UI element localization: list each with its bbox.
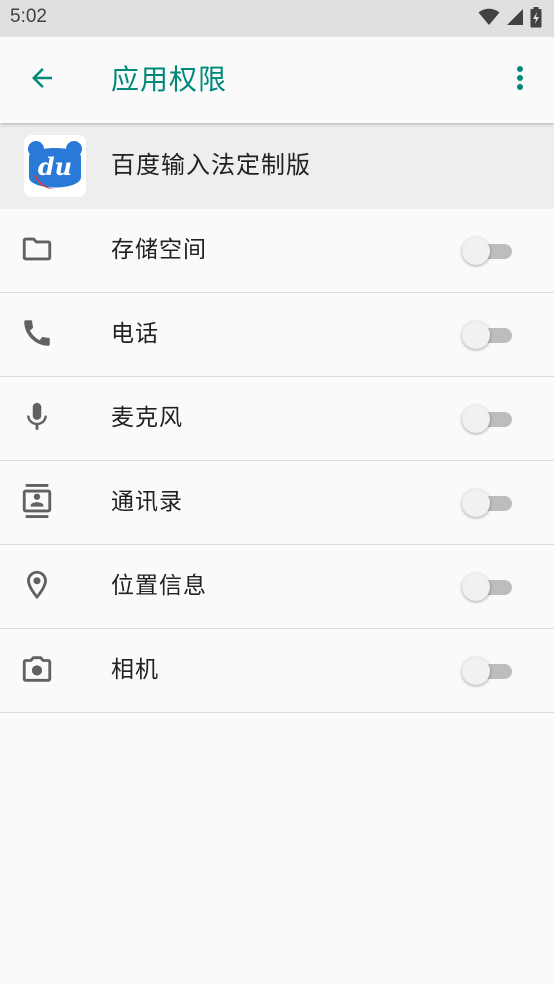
folder-icon xyxy=(20,232,54,266)
permission-label: 相机 xyxy=(111,657,159,683)
app-bar: 应用权限 xyxy=(0,37,554,123)
app-icon: du xyxy=(24,135,86,197)
more-options-button[interactable] xyxy=(500,58,540,102)
signal-icon xyxy=(506,8,524,30)
phone-icon xyxy=(20,316,54,350)
contacts-icon xyxy=(20,484,54,518)
permission-list: 存储空间 电话 麦克风 通讯录 位置信息 相机 xyxy=(0,209,554,713)
switch-thumb xyxy=(462,405,490,433)
permission-switch-camera[interactable] xyxy=(462,657,514,685)
permission-switch-location[interactable] xyxy=(462,573,514,601)
switch-thumb xyxy=(462,489,490,517)
permission-switch-microphone[interactable] xyxy=(462,405,514,433)
permission-row-camera[interactable]: 相机 xyxy=(0,629,554,713)
permission-label: 麦克风 xyxy=(111,405,183,431)
permission-label: 通讯录 xyxy=(111,489,183,515)
location-icon xyxy=(20,568,54,602)
app-name: 百度输入法定制版 xyxy=(111,151,311,179)
permission-row-phone[interactable]: 电话 xyxy=(0,293,554,377)
switch-thumb xyxy=(462,237,490,265)
switch-thumb xyxy=(462,321,490,349)
switch-thumb xyxy=(462,573,490,601)
app-icon-text: du xyxy=(38,152,72,181)
app-header: du 百度输入法定制版 xyxy=(0,123,554,209)
arrow-back-icon xyxy=(27,63,57,97)
microphone-icon xyxy=(20,400,54,434)
status-icons xyxy=(478,6,542,32)
permission-switch-phone[interactable] xyxy=(462,321,514,349)
switch-thumb xyxy=(462,657,490,685)
status-time: 5:02 xyxy=(10,6,47,27)
permission-switch-contacts[interactable] xyxy=(462,489,514,517)
permission-label: 电话 xyxy=(111,321,159,347)
back-button[interactable] xyxy=(20,58,64,102)
permission-row-contacts[interactable]: 通讯录 xyxy=(0,461,554,545)
permission-label: 位置信息 xyxy=(111,573,207,599)
battery-icon xyxy=(530,6,542,32)
permission-row-microphone[interactable]: 麦克风 xyxy=(0,377,554,461)
permission-label: 存储空间 xyxy=(111,237,207,263)
more-vert-icon xyxy=(516,65,524,95)
camera-icon xyxy=(20,652,54,686)
permission-row-storage[interactable]: 存储空间 xyxy=(0,209,554,293)
page-title: 应用权限 xyxy=(111,63,228,96)
status-bar: 5:02 xyxy=(0,0,554,37)
permission-switch-storage[interactable] xyxy=(462,237,514,265)
wifi-icon xyxy=(478,8,500,30)
permission-row-location[interactable]: 位置信息 xyxy=(0,545,554,629)
